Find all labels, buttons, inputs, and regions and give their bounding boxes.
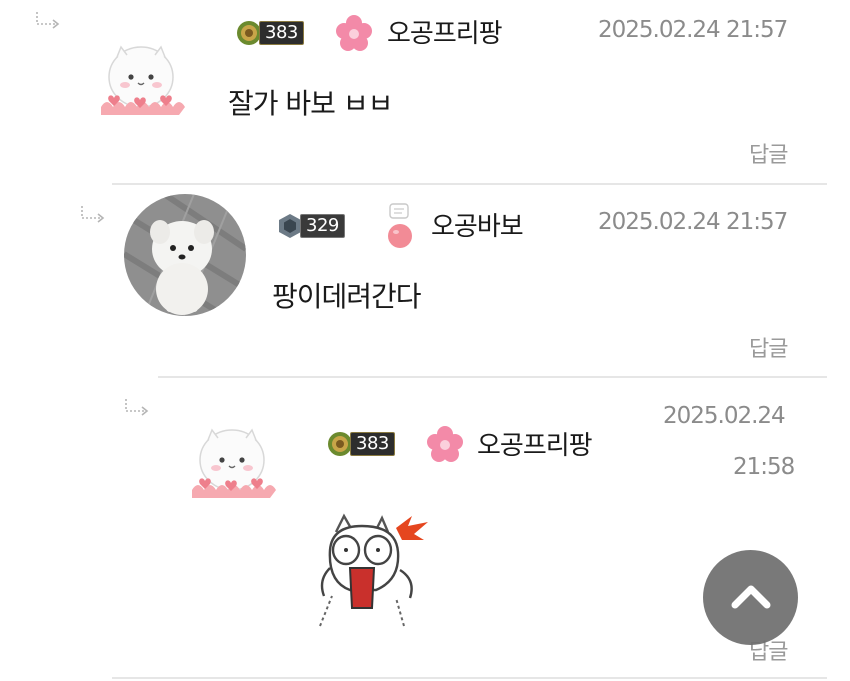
divider bbox=[158, 376, 827, 378]
pink-heart-charm-icon bbox=[384, 202, 416, 256]
comment-text: 잘가 바보 ㅂㅂ bbox=[228, 87, 393, 120]
username[interactable]: 오공바보 bbox=[431, 206, 524, 243]
reply-arrow-icon bbox=[123, 397, 151, 419]
reply-button[interactable]: 답글 bbox=[749, 137, 788, 169]
avatar[interactable] bbox=[186, 418, 278, 506]
scroll-to-top-button[interactable] bbox=[703, 550, 798, 645]
comment-thread: 383 오공프리팡 2025.02.24 21:57 잘가 바보 ㅂㅂ 답글 3… bbox=[0, 0, 850, 681]
timestamp: 2025.02.24 21:57 bbox=[598, 17, 788, 43]
level-badge: 383 bbox=[327, 431, 395, 457]
reply-arrow-icon bbox=[79, 204, 107, 226]
comment-text: 팡이데려간다 bbox=[272, 280, 422, 313]
pink-flower-icon bbox=[333, 13, 375, 59]
reply-arrow-icon bbox=[34, 10, 62, 32]
reply-button[interactable]: 답글 bbox=[749, 331, 788, 363]
divider bbox=[112, 677, 827, 679]
timestamp: 2025.02.24 21:57 bbox=[598, 209, 788, 235]
chevron-up-icon bbox=[729, 581, 773, 615]
avatar[interactable] bbox=[95, 35, 187, 123]
timestamp-date: 2025.02.24 bbox=[663, 403, 786, 429]
sticker-image bbox=[316, 510, 436, 632]
avatar[interactable] bbox=[124, 194, 246, 316]
divider bbox=[112, 183, 827, 185]
pink-flower-icon bbox=[424, 424, 466, 470]
level-badge: 329 bbox=[277, 213, 345, 239]
username[interactable]: 오공프리팡 bbox=[477, 425, 593, 462]
username[interactable]: 오공프리팡 bbox=[387, 13, 503, 50]
level-badge: 383 bbox=[236, 20, 304, 46]
timestamp-time: 21:58 bbox=[733, 454, 795, 480]
